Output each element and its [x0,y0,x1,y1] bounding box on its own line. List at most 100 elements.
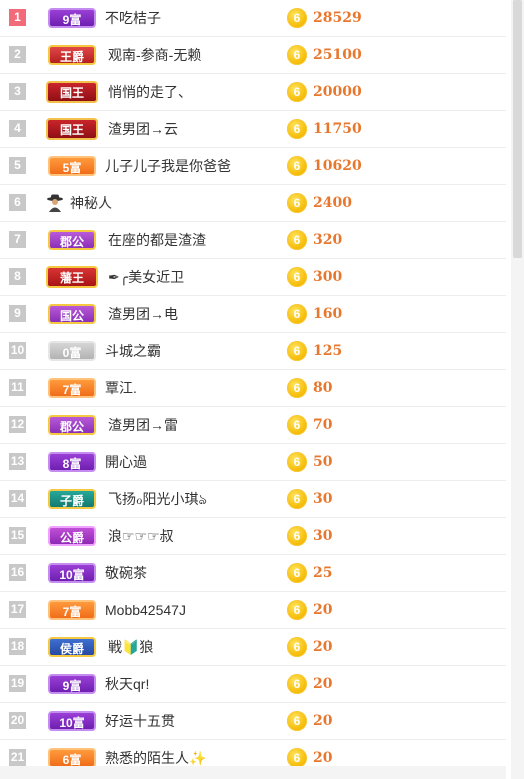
rank-badge: 国王 [46,118,98,140]
user-name[interactable]: 渣男团→电 [108,296,178,333]
user-name[interactable]: 渣男团→雷 [108,407,178,444]
rank-badge: 国公 [48,304,96,324]
leaderboard-row[interactable]: 16 10富 敬碗茶 6 25 [0,555,506,592]
rank-number: 13 [9,453,26,470]
rank-number: 21 [9,749,26,766]
score-value: 30 [313,491,333,507]
score-value: 10620 [313,158,362,174]
leaderboard-row[interactable]: 20 10富 好运十五贯 6 20 [0,703,506,740]
score-value: 20 [313,602,333,618]
rank-badge: 10富 [48,563,96,583]
leaderboard-row[interactable]: 2 王爵 观南-参商-无赖 6 25100 [0,37,506,74]
leaderboard-row[interactable]: 7 郡公 在座的都是渣渣 6 320 [0,222,506,259]
score-value: 20 [313,713,333,729]
score-value: 80 [313,380,333,396]
user-name[interactable]: 斗城之霸 [105,333,161,370]
rank-badge: 王爵 [48,45,96,65]
rank-badge: 5富 [48,156,96,176]
vertical-scrollbar[interactable] [511,0,524,779]
user-name[interactable]: 儿子儿子我是你爸爸 [105,148,231,185]
user-name[interactable]: 好运十五贯 [105,703,175,740]
rank-badge: 子爵 [48,489,96,509]
leaderboard-row[interactable]: 1 9富 不吃桔子 6 28529 [0,0,506,37]
coin-icon: 6 [287,119,307,139]
rank-number: 19 [9,675,26,692]
rank-number: 12 [9,416,26,433]
leaderboard-row[interactable]: 11 7富 覃江. 6 80 [0,370,506,407]
score-value: 2400 [313,195,352,211]
rank-number: 6 [9,194,26,211]
user-name[interactable]: 浪☞☞☞叔 [108,518,174,555]
user-name[interactable]: 神秘人 [70,185,112,222]
user-name[interactable]: Mobb42547J [105,592,186,629]
score-value: 20 [313,676,333,692]
coin-icon: 6 [287,489,307,509]
user-name[interactable]: 覃江. [105,370,137,407]
coin-icon: 6 [287,45,307,65]
user-name[interactable]: 不吃桔子 [105,0,161,37]
leaderboard-row[interactable]: 14 子爵 飞扬ℴ阳光小琪ঌ 6 30 [0,481,506,518]
user-name[interactable]: ✒︎╭美女近卫 [108,259,184,296]
rank-badge: 郡公 [48,415,96,435]
rank-number: 20 [9,712,26,729]
leaderboard-row[interactable]: 12 郡公 渣男团→雷 6 70 [0,407,506,444]
rank-number: 3 [9,83,26,100]
user-name[interactable]: 在座的都是渣渣 [108,222,206,259]
leaderboard-row[interactable]: 5 5富 儿子儿子我是你爸爸 6 10620 [0,148,506,185]
leaderboard-row[interactable]: 9 国公 渣男团→电 6 160 [0,296,506,333]
coin-icon: 6 [287,304,307,324]
rank-number: 7 [9,231,26,248]
scrollbar-thumb[interactable] [513,0,522,258]
user-name[interactable]: 渣男团→云 [108,111,178,148]
rank-number: 17 [9,601,26,618]
rank-badge: 0富 [48,341,96,361]
leaderboard-row[interactable]: 17 7富 Mobb42547J 6 20 [0,592,506,629]
score-value: 300 [313,269,343,285]
coin-icon: 6 [287,378,307,398]
user-name[interactable]: 飞扬ℴ阳光小琪ঌ [108,481,207,518]
user-name[interactable]: 敬碗茶 [105,555,147,592]
rank-badge: 藩王 [46,266,98,288]
leaderboard-row[interactable]: 15 公爵 浪☞☞☞叔 6 30 [0,518,506,555]
rank-number: 9 [9,305,26,322]
score-value: 125 [313,343,343,359]
rank-badge: 6富 [48,748,96,768]
horizontal-scrollbar[interactable] [0,766,506,779]
score-value: 11750 [313,121,362,137]
rank-number: 14 [9,490,26,507]
coin-icon: 6 [287,674,307,694]
user-name[interactable]: 戦🔰狼 [108,629,153,666]
user-name[interactable]: 观南-参商-无赖 [108,37,201,74]
coin-icon: 6 [287,415,307,435]
coin-icon: 6 [287,600,307,620]
leaderboard-row[interactable]: 13 8富 開心過 6 50 [0,444,506,481]
leaderboard-row[interactable]: 10 0富 斗城之霸 6 125 [0,333,506,370]
user-name[interactable]: 秋天qr! [105,666,149,703]
coin-icon: 6 [287,748,307,768]
user-name[interactable]: 悄悄的走了、 [108,74,192,111]
mystery-person-icon [47,194,63,212]
rank-number: 2 [9,46,26,63]
rank-badge: 郡公 [48,230,96,250]
leaderboard-row[interactable]: 8 藩王 ✒︎╭美女近卫 6 300 [0,259,506,296]
rank-badge: 9富 [48,8,96,28]
leaderboard-row[interactable]: 19 9富 秋天qr! 6 20 [0,666,506,703]
leaderboard-list: 1 9富 不吃桔子 6 28529 2 王爵 观南-参商-无赖 6 25100 3 国王 悄悄的走了、 6… [0,0,506,777]
leaderboard-row[interactable]: 3 国王 悄悄的走了、 6 20000 [0,74,506,111]
rank-badge: 7富 [48,378,96,398]
score-value: 20 [313,639,333,655]
rank-badge: 9富 [48,674,96,694]
rank-badge: 8富 [48,452,96,472]
user-name[interactable]: 開心過 [105,444,147,481]
leaderboard-row[interactable]: 18 侯爵 戦🔰狼 6 20 [0,629,506,666]
rank-number: 5 [9,157,26,174]
leaderboard-row[interactable]: 4 国王 渣男团→云 6 11750 [0,111,506,148]
score-value: 70 [313,417,333,433]
coin-icon: 6 [287,193,307,213]
coin-icon: 6 [287,637,307,657]
rank-badge: 10富 [48,711,96,731]
leaderboard-row[interactable]: 6 神秘人 6 2400 [0,185,506,222]
rank-number: 16 [9,564,26,581]
rank-badge: 侯爵 [48,637,96,657]
score-value: 50 [313,454,333,470]
